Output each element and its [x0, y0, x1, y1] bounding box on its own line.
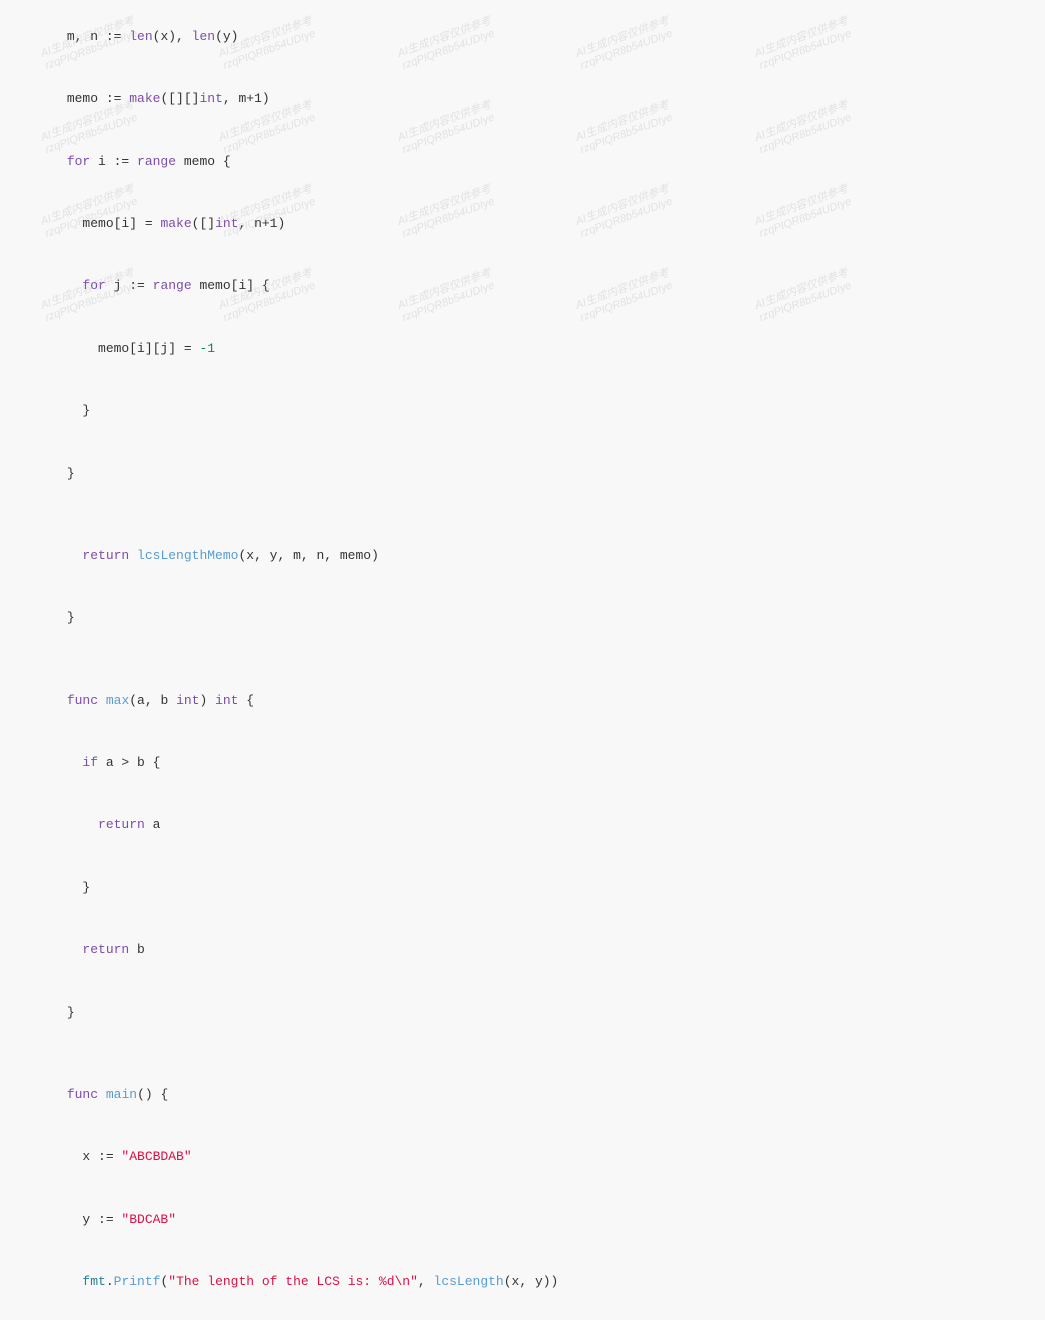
code-line: memo[i][j] = -1 [20, 318, 1025, 380]
code-line-empty [20, 505, 1025, 525]
code-line: func main() { [20, 1064, 1025, 1126]
code-line: } [20, 443, 1025, 505]
code-area: AI生成内容仅供参考rzqPIQR8b54UDIye AI生成内容仅供参考rzq… [0, 0, 1045, 1320]
code-block: m, n := len(x), len(y) memo := make([][]… [20, 6, 1025, 1320]
code-line: for j := range memo[i] { [20, 256, 1025, 318]
code-line: } [20, 857, 1025, 919]
code-line: m, n := len(x), len(y) [20, 6, 1025, 68]
code-line: fmt.Printf("The length of the LCS is: %d… [20, 1251, 1025, 1313]
code-line: y := "BDCAB" [20, 1189, 1025, 1251]
code-line: func max(a, b int) int { [20, 670, 1025, 732]
code-line-empty [20, 1044, 1025, 1064]
code-line: for i := range memo { [20, 131, 1025, 193]
code-line: } [20, 982, 1025, 1044]
code-line: } [20, 588, 1025, 650]
code-line: } [20, 380, 1025, 442]
code-line: return a [20, 795, 1025, 857]
code-line: return b [20, 919, 1025, 981]
code-line: if a > b { [20, 732, 1025, 794]
code-line: memo := make([][]int, m+1) [20, 68, 1025, 130]
code-line: } [20, 1314, 1025, 1320]
code-line: x := "ABCBDAB" [20, 1127, 1025, 1189]
code-line: return lcsLengthMemo(x, y, m, n, memo) [20, 525, 1025, 587]
code-line: memo[i] = make([]int, n+1) [20, 193, 1025, 255]
